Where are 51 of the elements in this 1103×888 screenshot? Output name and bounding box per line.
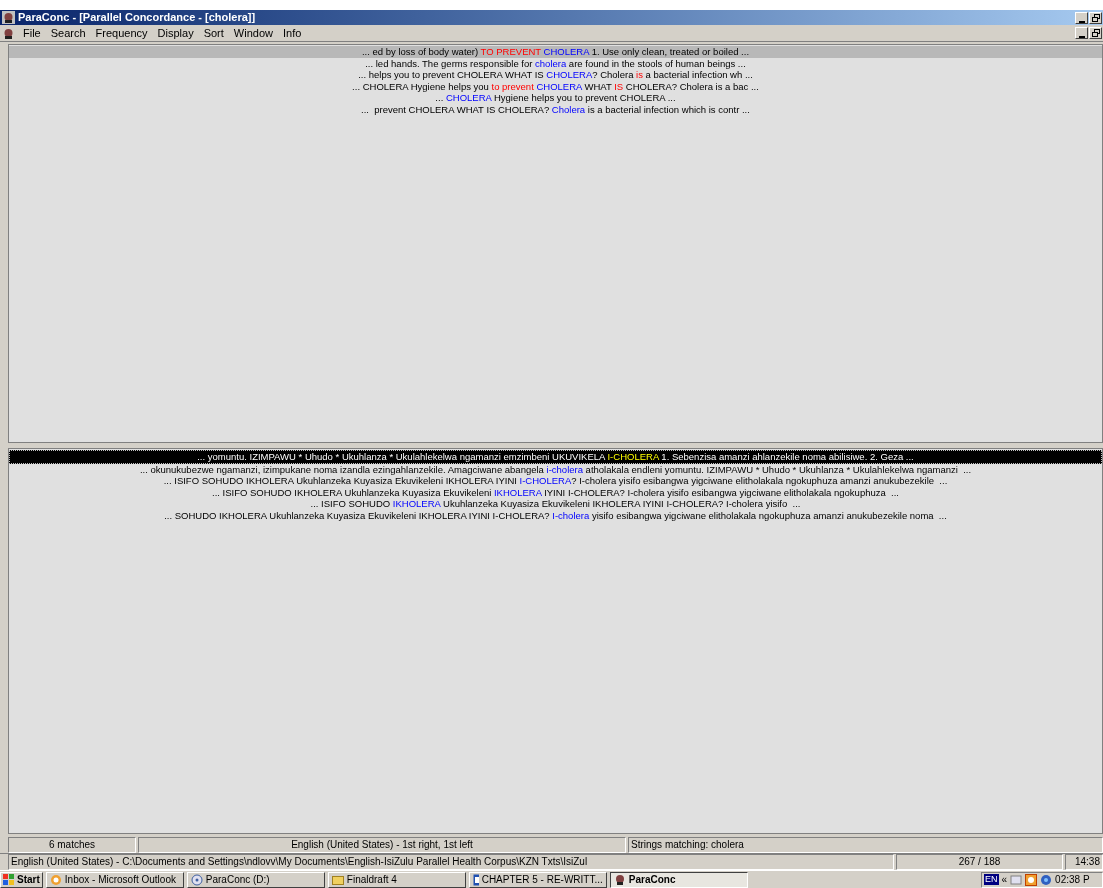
concordance-line[interactable]: ... ISIFO SOHUDO IKHOLERA Ukuhlanzeka Kuyasiza Ekuvikeleni IKHOLERA IYINI I-CHOLERA? I-cholera yisifo esibangwa yigciwane elitholakala ngokuphuza ...: [9, 486, 1102, 498]
concordance-line[interactable]: ... CHOLERA Hygiene helps you to prevent CHOLERA WHAT IS CHOLERA? Cholera is a bac ...: [9, 80, 1102, 92]
windows-logo-icon: [3, 874, 15, 885]
concordance-line[interactable]: ... helps you to prevent CHOLERA WHAT IS CHOLERA? Cholera is a bacterial infection wh ...: [9, 69, 1102, 81]
status-panel: 14:38: [1065, 854, 1103, 870]
concordance-line[interactable]: ... okunukubezwe ngamanzi, izimpukane noma izandla ezingahlanzekile. Amagciwane abangela i-cholera atholakala endleni yomuntu. IZIMPAWU * Uhudo * Ukuhlanza * Ukulahlekelwa ngamanzi ...: [9, 463, 1102, 475]
status-panel: 267 / 188: [896, 854, 1063, 870]
folder-icon: [331, 873, 344, 886]
app-icon: [613, 873, 626, 886]
restore-button[interactable]: [1089, 27, 1102, 39]
menu-item[interactable]: Sort: [198, 27, 229, 39]
menu-item[interactable]: Window: [228, 27, 278, 39]
document-icon: [472, 873, 479, 886]
tray-expand-button[interactable]: «: [1001, 874, 1008, 885]
taskbar-button[interactable]: ParaConc (D:): [186, 871, 325, 888]
restore-icon: [1091, 29, 1100, 37]
language-indicator[interactable]: EN: [984, 874, 999, 885]
concordance-line[interactable]: ... SOHUDO IKHOLERA Ukuhlanzeka Kuyasiza Ekuvikeleni IKHOLERA IYINI I-CHOLERA? I-cholera yisifo esibangwa yigciwane elitholakala ngokuphuza amanzi anukubezekile noma ...: [9, 509, 1102, 521]
restore-icon: [1091, 13, 1100, 22]
status-panel: English (United States) - C:\Documents and Settings\ndlovv\My Documents\English-IsiZulu Parallel Health Corpus\KZN Txts\IsiZul: [8, 854, 894, 870]
menu-item[interactable]: Search: [45, 27, 91, 39]
clock: 02:38 P: [1055, 873, 1090, 887]
concordance-line[interactable]: ... CHOLERA Hygiene helps you to prevent CHOLERA ...: [9, 92, 1102, 104]
tray-icon[interactable]: [1040, 873, 1053, 886]
app-icon: [2, 26, 15, 40]
status-panel: Strings matching: cholera: [628, 837, 1103, 853]
status-panel: 6 matches: [8, 837, 136, 853]
menu-item[interactable]: File: [18, 27, 46, 39]
taskbar-button[interactable]: Inbox - Microsoft Outlook: [45, 871, 184, 888]
mail-icon: [49, 873, 62, 886]
concordance-line[interactable]: ... prevent CHOLERA WHAT IS CHOLERA? Cholera is a bacterial infection which is contr ...: [9, 103, 1102, 115]
concordance-line[interactable]: ... led hands. The germs responsible for cholera are found in the stools of human beings ...: [9, 57, 1102, 69]
concordance-line[interactable]: ... ISIFO SOHUDO IKHOLERA Ukuhlanzeka Kuyasiza Ekuvikeleni IKHOLERA IYINI I-CHOLERA? I-cholera yisifo ...: [9, 498, 1102, 510]
app-icon: [2, 11, 15, 24]
minimize-button[interactable]: [1075, 27, 1088, 39]
start-button[interactable]: Start: [0, 871, 43, 888]
menu-item[interactable]: Display: [152, 27, 199, 39]
menu-item[interactable]: Frequency: [90, 27, 153, 39]
taskbar-button[interactable]: CHAPTER 5 - RE-WRITT...: [468, 871, 607, 888]
minimize-icon: [1078, 20, 1085, 23]
taskbar-button[interactable]: Finaldraft 4: [327, 871, 466, 888]
concordance-line[interactable]: ... ISIFO SOHUDO IKHOLERA Ukuhlanzeka Kuyasiza Ekuvikeleni IKHOLERA IYINI I-CHOLERA? I-cholera yisifo esibangwa yigciwane elitholakala ngokuphuza amanzi anukubezekile ...: [9, 475, 1102, 487]
status-panel: English (United States) - 1st right, 1st left: [138, 837, 626, 853]
restore-button[interactable]: [1089, 11, 1102, 24]
tray-icon[interactable]: [1025, 873, 1038, 886]
menu-item[interactable]: Info: [277, 27, 307, 39]
minimize-icon: [1078, 36, 1085, 38]
minimize-button[interactable]: [1075, 11, 1088, 24]
window-title: ParaConc - [Parallel Concordance - [cholera]]: [18, 12, 256, 23]
taskbar-button[interactable]: ParaConc: [609, 871, 748, 888]
disc-icon: [190, 873, 203, 886]
